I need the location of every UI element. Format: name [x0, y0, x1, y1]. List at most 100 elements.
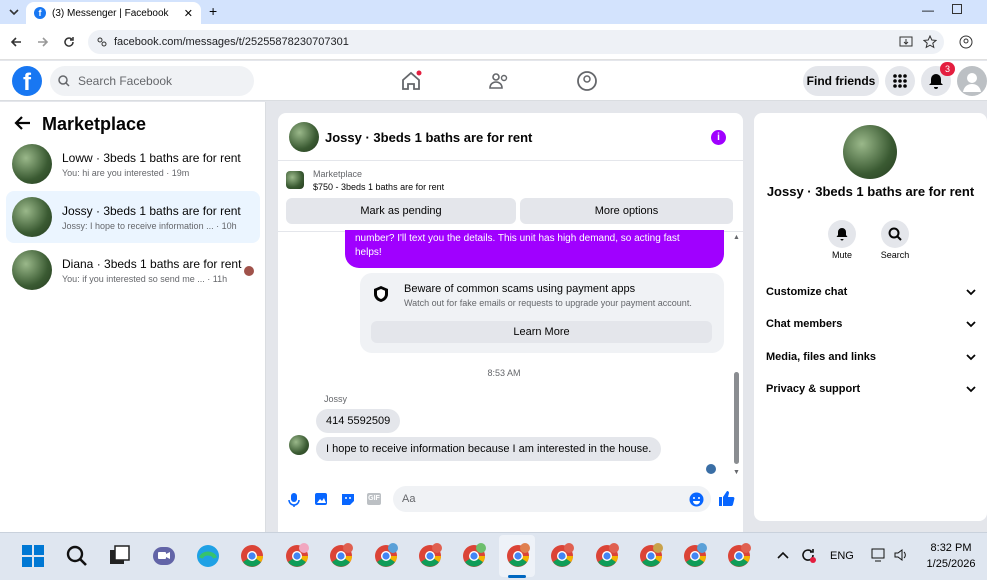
emoji-icon[interactable]: [689, 492, 704, 507]
chrome-active-icon[interactable]: [505, 543, 531, 569]
chrome-profile-icon[interactable]: [682, 543, 708, 569]
windows-start-icon[interactable]: [20, 543, 46, 569]
conversation-item[interactable]: Diana · 3beds 1 baths are for rent You: …: [6, 244, 260, 296]
language-indicator[interactable]: ENG: [830, 550, 854, 562]
more-options-button[interactable]: More options: [520, 198, 733, 224]
scroll-up-icon[interactable]: ▲: [733, 234, 740, 241]
back-arrow-icon[interactable]: [14, 115, 32, 131]
tab-title: (3) Messenger | Facebook: [52, 7, 169, 19]
privacy-support-section[interactable]: Privacy & support: [766, 377, 976, 401]
scrollbar-thumb[interactable]: [734, 372, 739, 464]
avatar[interactable]: [289, 122, 319, 152]
facebook-header: f Search Facebook Find friends: [0, 61, 987, 101]
teams-meet-icon[interactable]: [151, 543, 177, 569]
avatar: [12, 197, 52, 237]
forward-icon[interactable]: [36, 35, 50, 49]
url-text: facebook.com/messages/t/2525587823070730…: [114, 36, 349, 48]
system-clock[interactable]: 8:32 PM 1/25/2026: [918, 540, 984, 572]
scam-warning-title: Beware of common scams using payment app…: [404, 283, 636, 295]
find-friends-button[interactable]: Find friends: [803, 66, 879, 96]
search-icon[interactable]: [64, 543, 90, 569]
chat-header: Jossy · 3beds 1 baths are for rent i: [278, 113, 743, 161]
conversation-name: Jossy · 3beds 1 baths are for rent: [62, 203, 241, 218]
profile-icon[interactable]: [959, 35, 973, 49]
sticker-icon[interactable]: [341, 492, 355, 506]
customize-chat-section[interactable]: Customize chat: [766, 280, 976, 304]
active-indicator: [508, 575, 526, 578]
sender-avatar: [289, 435, 309, 455]
chrome-icon[interactable]: [239, 543, 265, 569]
show-hidden-icons-chevron-icon[interactable]: [777, 550, 789, 560]
photo-icon[interactable]: [314, 492, 328, 506]
facebook-logo-icon[interactable]: f: [12, 66, 42, 96]
marketplace-label: Marketplace: [313, 169, 363, 179]
conversation-preview: You: hi are you interested · 19m: [62, 167, 190, 178]
media-files-links-section[interactable]: Media, files and links: [766, 345, 976, 369]
microphone-icon[interactable]: [288, 492, 300, 508]
sender-name: Jossy: [324, 394, 348, 404]
new-tab-icon[interactable]: +: [209, 3, 217, 19]
volume-icon[interactable]: [893, 547, 909, 563]
conversation-item[interactable]: Loww · 3beds 1 baths are for rent You: h…: [6, 138, 260, 190]
chrome-profile-icon[interactable]: [594, 543, 620, 569]
info-icon[interactable]: i: [711, 130, 726, 145]
mute-label: Mute: [831, 250, 852, 260]
menu-grid-icon[interactable]: [885, 66, 915, 96]
chrome-profile-icon[interactable]: [328, 543, 354, 569]
message-composer: GIF Aa: [278, 483, 743, 517]
chrome-profile-icon[interactable]: [549, 543, 575, 569]
gif-icon[interactable]: GIF: [367, 493, 381, 505]
section-label: Customize chat: [766, 286, 848, 298]
account-avatar[interactable]: [957, 66, 987, 96]
seen-indicator-avatar: [706, 464, 716, 474]
windows-taskbar: ENG 8:32 PM 1/25/2026: [0, 532, 987, 580]
learn-more-button[interactable]: Learn More: [371, 321, 712, 343]
browser-tab[interactable]: f (3) Messenger | Facebook ✕: [26, 2, 201, 24]
bookmark-star-icon[interactable]: [923, 35, 937, 49]
chat-members-section[interactable]: Chat members: [766, 312, 976, 336]
incoming-message-bubble: 414 5592509: [316, 409, 401, 433]
conversation-item[interactable]: Jossy · 3beds 1 baths are for rent Jossy…: [6, 191, 260, 243]
mark-as-pending-button[interactable]: Mark as pending: [286, 198, 516, 224]
search-in-chat-button[interactable]: [881, 220, 909, 248]
task-view-icon[interactable]: [107, 543, 133, 569]
mute-button[interactable]: [828, 220, 856, 248]
marketplace-listing[interactable]: Marketplace $750 - 3beds 1 baths are for…: [286, 169, 736, 195]
edge-browser-icon[interactable]: [195, 543, 221, 569]
chrome-profile-icon[interactable]: [461, 543, 487, 569]
reload-icon[interactable]: [62, 35, 76, 49]
search-facebook-input[interactable]: Search Facebook: [50, 66, 254, 96]
scroll-down-icon[interactable]: ▼: [733, 469, 740, 476]
notification-badge: 3: [940, 62, 955, 76]
thread-scrollbar[interactable]: ▲ ▼: [730, 232, 743, 480]
message-input[interactable]: Aa: [393, 486, 711, 512]
tab-search-icon[interactable]: [6, 5, 22, 19]
search-label: Search: [880, 250, 910, 260]
tab-close-icon[interactable]: ✕: [184, 7, 193, 20]
maximize-icon[interactable]: [952, 4, 962, 14]
scam-warning-card: Beware of common scams using payment app…: [360, 273, 724, 353]
chat-title[interactable]: Jossy · 3beds 1 baths are for rent: [325, 130, 532, 145]
chrome-profile-icon[interactable]: [373, 543, 399, 569]
chrome-profile-icon[interactable]: [284, 543, 310, 569]
message-text-line: helps!: [355, 247, 382, 258]
friends-icon[interactable]: [487, 69, 511, 93]
url-field[interactable]: facebook.com/messages/t/2525587823070730…: [88, 30, 944, 54]
home-icon[interactable]: [399, 69, 423, 93]
outgoing-message-bubble: number? I'll text you the details. This …: [345, 230, 724, 268]
back-icon[interactable]: [9, 35, 23, 49]
site-info-icon[interactable]: [96, 36, 108, 48]
chrome-profile-icon[interactable]: [638, 543, 664, 569]
sync-icon[interactable]: [799, 546, 817, 564]
marketplace-conversation-list: Marketplace Loww · 3beds 1 baths are for…: [0, 102, 266, 532]
install-app-icon[interactable]: [899, 35, 913, 49]
chrome-profile-icon[interactable]: [417, 543, 443, 569]
minimize-icon[interactable]: —: [922, 3, 934, 17]
groups-icon[interactable]: [575, 69, 599, 93]
profile-name: Jossy · 3beds 1 baths are for rent: [766, 184, 975, 199]
network-icon[interactable]: [871, 547, 887, 563]
chevron-down-icon: [966, 321, 976, 328]
thumbs-up-icon[interactable]: [718, 490, 735, 507]
chrome-profile-icon[interactable]: [726, 543, 752, 569]
profile-avatar[interactable]: [843, 125, 897, 179]
